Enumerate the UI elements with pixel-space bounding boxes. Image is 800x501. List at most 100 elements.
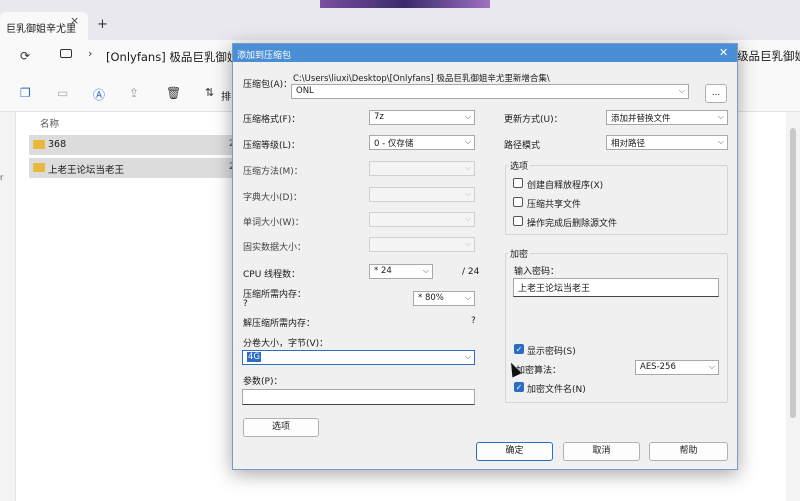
encryption-method-select[interactable]: AES-256 ⌵	[635, 360, 719, 375]
chevron-down-icon: ⌵	[464, 112, 471, 121]
cpu-threads-select[interactable]: * 24 ⌵	[369, 264, 433, 279]
parameters-input[interactable]	[242, 389, 475, 405]
ok-button[interactable]: 确定	[476, 442, 553, 461]
update-mode-select[interactable]: 添加并替换文件 ⌵	[606, 110, 728, 125]
new-tab-icon[interactable]: +	[97, 17, 108, 32]
chevron-down-icon: ⌵	[464, 137, 471, 146]
paste-icon[interactable]: ▭	[57, 86, 68, 100]
format-select[interactable]: 7z ⌵	[369, 110, 475, 125]
chevron-down-icon: ⌵	[678, 86, 685, 95]
dialog-title: 添加到压缩包	[237, 51, 292, 61]
method-select[interactable]: ⌵	[369, 161, 475, 176]
cpu-threads-label: CPU 线程数：	[243, 270, 301, 280]
chevron-down-icon: ⌵	[464, 214, 471, 223]
password-value: 上老王论坛当老王	[518, 284, 591, 294]
encryption-method-label: 加密算法：	[516, 366, 562, 376]
chevron-down-icon: ⌵	[717, 137, 724, 146]
format-value: 7z	[374, 112, 384, 122]
show-password-label[interactable]: 显示密码(S)	[527, 344, 576, 357]
path-mode-label: 路径模式	[504, 141, 541, 151]
chevron-down-icon: ⌵	[708, 362, 715, 371]
solid-block-select[interactable]: ⌵	[369, 237, 475, 252]
chevron-down-icon: ⌵	[464, 239, 471, 248]
column-header-name[interactable]: 名称	[40, 116, 59, 130]
navigation-pane	[0, 112, 16, 501]
archive-label: 压缩包(A)：	[243, 80, 293, 90]
options-group-title: 选项	[508, 159, 531, 172]
close-icon[interactable]: ✕	[719, 46, 728, 59]
split-size-value: 4G	[247, 352, 261, 362]
file-name: 上老王论坛当老王	[48, 165, 125, 176]
cpu-threads-value: * 24	[374, 266, 392, 276]
chevron-down-icon: ⌵	[464, 163, 471, 172]
show-password-checkbox[interactable]: ✓	[514, 344, 524, 354]
sfx-checkbox[interactable]	[513, 178, 523, 188]
parameters-label: 参数(P)：	[243, 377, 283, 387]
encryption-method-value: AES-256	[640, 362, 676, 372]
cpu-threads-total: / 24	[462, 267, 480, 277]
dictionary-select[interactable]: ⌵	[369, 187, 475, 202]
tab-close-icon[interactable]: ×	[70, 14, 79, 27]
method-label: 压缩方法(M)：	[243, 167, 303, 177]
sfx-label[interactable]: 创建自释放程序(X)	[527, 178, 603, 191]
chevron-down-icon: ⌵	[464, 352, 471, 361]
format-label: 压缩格式(F)：	[243, 115, 301, 125]
copy-icon[interactable]: ❐	[20, 86, 31, 100]
share-icon[interactable]: ⇪	[129, 86, 139, 100]
add-to-archive-dialog: 添加到压缩包 ✕ 压缩包(A)： C:\Users\liuxi\Desktop\…	[232, 43, 738, 470]
update-mode-value: 添加并替换文件	[611, 114, 671, 124]
help-button[interactable]: 帮助	[649, 442, 728, 461]
delete-after-label[interactable]: 操作完成后删除源文件	[527, 216, 617, 229]
path-mode-select[interactable]: 相对路径 ⌵	[606, 135, 728, 150]
compress-memory-label: 压缩所需内存：	[243, 290, 307, 300]
delete-icon[interactable]: 🗑	[166, 86, 181, 100]
chevron-down-icon: ⌵	[717, 112, 724, 121]
dictionary-label: 字典大小(D)：	[243, 193, 302, 203]
browse-button[interactable]: ...	[705, 84, 727, 103]
compress-memory-unknown: ?	[243, 299, 248, 309]
word-size-label: 单词大小(W)：	[243, 218, 304, 228]
password-input[interactable]: 上老王论坛当老王	[513, 278, 719, 297]
pc-icon[interactable]	[60, 49, 72, 58]
word-size-select[interactable]: ⌵	[369, 212, 475, 227]
file-name: 368	[48, 139, 67, 150]
encrypt-filenames-checkbox[interactable]: ✓	[514, 382, 524, 392]
split-size-label: 分卷大小，字节(V)：	[243, 339, 329, 349]
folder-icon	[33, 163, 45, 172]
decompress-memory-value: ?	[471, 316, 476, 326]
update-mode-label: 更新方式(U)：	[504, 115, 563, 125]
level-select[interactable]: 0 - 仅存储 ⌵	[369, 135, 475, 150]
encrypt-filenames-label[interactable]: 加密文件名(N)	[527, 382, 586, 395]
decompress-memory-label: 解压缩所需内存：	[243, 319, 316, 329]
rename-icon[interactable]: Ⓐ	[93, 86, 105, 103]
compress-memory-value: * 80%	[418, 293, 444, 303]
archive-name-combobox[interactable]: ONL ⌵	[291, 84, 689, 99]
breadcrumb-chevron-icon[interactable]: ›	[88, 47, 92, 60]
delete-after-checkbox[interactable]	[513, 216, 523, 226]
encryption-group-title: 加密	[508, 247, 531, 260]
chevron-down-icon: ⌵	[464, 189, 471, 198]
sort-label[interactable]: 排	[221, 88, 231, 103]
password-label: 输入密码：	[514, 267, 560, 277]
scrollbar-thumb[interactable]	[790, 128, 796, 418]
sort-icon[interactable]: ⇅	[205, 86, 214, 99]
compress-memory-select[interactable]: * 80% ⌵	[413, 291, 475, 306]
sidebar-text: r	[0, 173, 4, 182]
level-label: 压缩等级(L)：	[243, 141, 301, 151]
search-box-text[interactable]: 级品巨乳御姐	[737, 48, 800, 64]
split-size-combobox[interactable]: 4G ⌵	[242, 350, 475, 365]
wallpaper-strip	[320, 0, 490, 8]
level-value: 0 - 仅存储	[374, 139, 414, 149]
cancel-button[interactable]: 取消	[563, 442, 640, 461]
chevron-down-icon: ⌵	[422, 266, 429, 275]
archive-directory: C:\Users\liuxi\Desktop\[Onlyfans] 极品巨乳御姐…	[293, 74, 550, 84]
folder-icon	[33, 140, 45, 149]
refresh-icon[interactable]: ⟳	[20, 49, 30, 63]
dialog-titlebar[interactable]: 添加到压缩包 ✕	[233, 44, 737, 62]
options-button[interactable]: 选项	[243, 418, 319, 437]
chevron-down-icon: ⌵	[464, 293, 471, 302]
solid-block-label: 固实数据大小：	[243, 243, 307, 253]
shared-files-checkbox[interactable]	[513, 197, 523, 207]
shared-files-label[interactable]: 压缩共享文件	[527, 197, 581, 210]
tab-title: 巨乳御姐辛尤里	[6, 24, 76, 35]
